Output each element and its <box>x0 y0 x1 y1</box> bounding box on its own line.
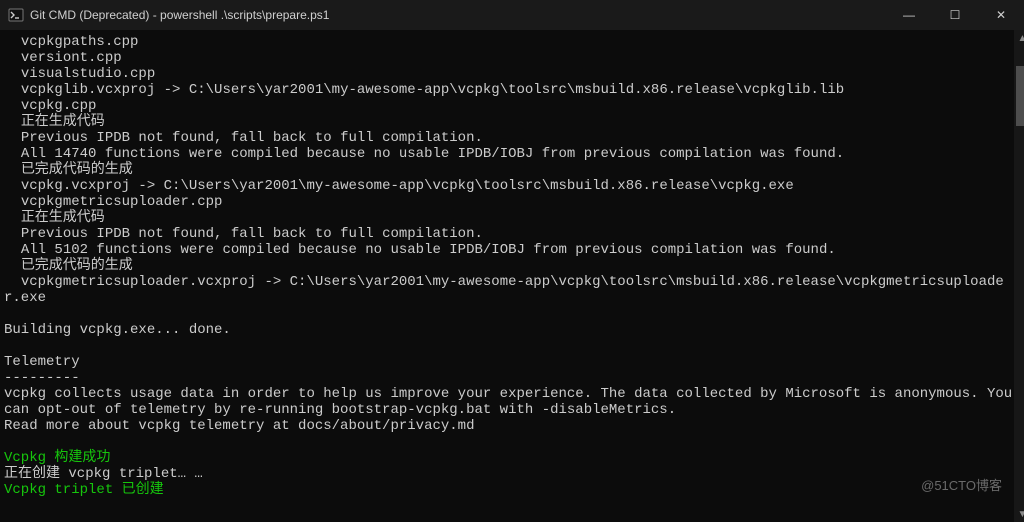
titlebar[interactable]: Git CMD (Deprecated) - powershell .\scri… <box>0 0 1024 30</box>
window-title: Git CMD (Deprecated) - powershell .\scri… <box>30 8 329 22</box>
git-terminal-icon <box>8 7 24 23</box>
maximize-icon: ☐ <box>950 8 961 22</box>
close-button[interactable]: ✕ <box>978 0 1024 30</box>
chevron-down-icon: ▼ <box>1017 509 1024 520</box>
vertical-scrollbar[interactable]: ▲ ▼ <box>1014 30 1024 522</box>
minimize-button[interactable]: — <box>886 0 932 30</box>
chevron-up-icon: ▲ <box>1017 33 1024 44</box>
minimize-icon: — <box>903 8 915 22</box>
close-icon: ✕ <box>996 8 1006 22</box>
maximize-button[interactable]: ☐ <box>932 0 978 30</box>
scroll-up-button[interactable]: ▲ <box>1014 30 1024 46</box>
console-output: vcpkgpaths.cpp versiont.cpp visualstudio… <box>4 34 1014 498</box>
scroll-down-button[interactable]: ▼ <box>1014 506 1024 522</box>
window-root: Git CMD (Deprecated) - powershell .\scri… <box>0 0 1024 522</box>
client-area: vcpkgpaths.cpp versiont.cpp visualstudio… <box>0 30 1024 522</box>
scroll-thumb[interactable] <box>1016 66 1024 126</box>
terminal-viewport[interactable]: vcpkgpaths.cpp versiont.cpp visualstudio… <box>0 30 1014 522</box>
